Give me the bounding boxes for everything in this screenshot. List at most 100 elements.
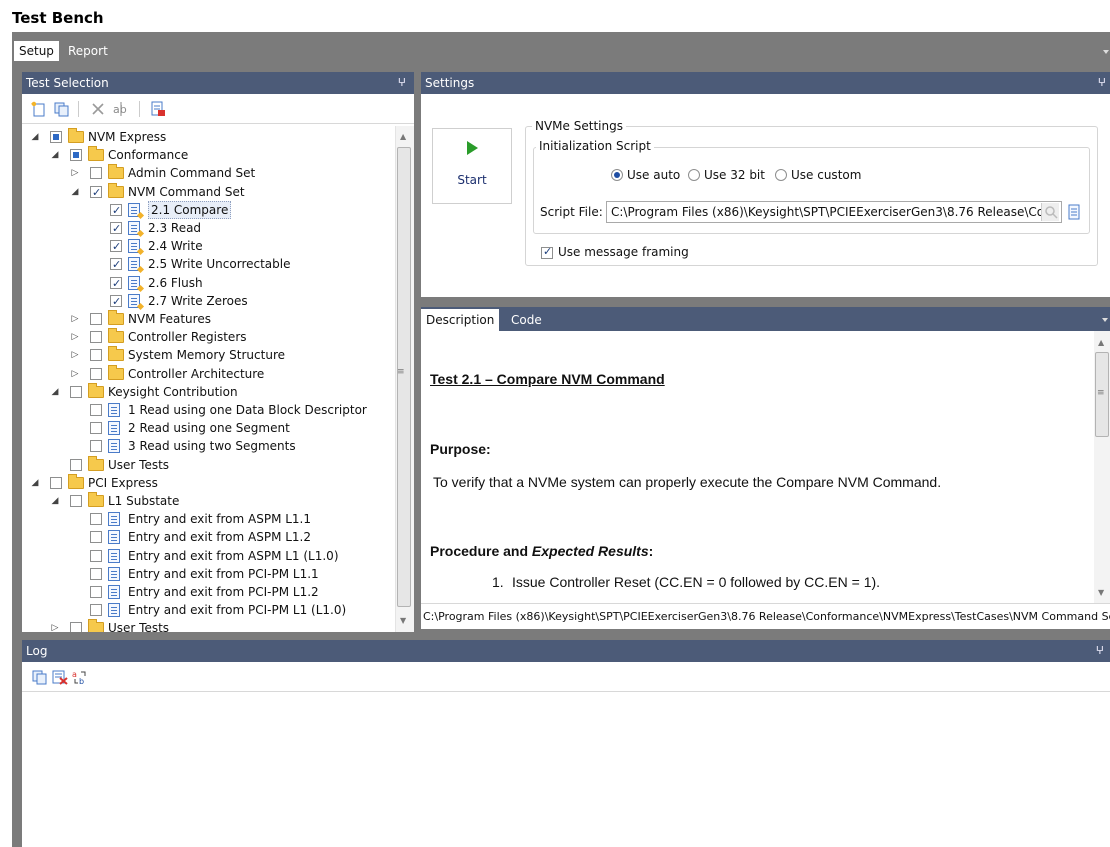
tree-item[interactable]: 2.1 Compare (22, 200, 394, 220)
tree-item-checkbox[interactable] (90, 349, 102, 362)
tree-scrollbar-thumb[interactable] (397, 147, 411, 607)
tree-item-checkbox[interactable] (90, 531, 102, 544)
tree-item-checkbox[interactable] (90, 604, 102, 617)
tree-item-checkbox[interactable] (110, 275, 122, 293)
copy-log-icon[interactable] (32, 669, 48, 685)
tree-item[interactable]: ◢ NVM Command Set (22, 182, 394, 202)
tree-item-checkbox[interactable] (90, 367, 102, 380)
expanded-arrow-icon[interactable]: ◢ (50, 496, 60, 506)
tree-item[interactable]: ▷ User Tests (22, 619, 394, 632)
tree-item-checkbox[interactable] (70, 149, 82, 162)
radio-use-32bit[interactable] (688, 169, 700, 181)
expanded-arrow-icon[interactable]: ◢ (70, 187, 80, 197)
expanded-arrow-icon[interactable]: ◢ (50, 387, 60, 397)
tree-item[interactable]: Entry and exit from ASPM L1.2 (22, 528, 394, 546)
collapsed-arrow-icon[interactable]: ▷ (70, 314, 80, 324)
tree-item-checkbox[interactable] (70, 495, 82, 507)
tree-item-checkbox[interactable] (50, 131, 62, 143)
tree-item[interactable]: ◢ Conformance (22, 146, 394, 164)
tree-item-checkbox[interactable] (110, 238, 122, 256)
tree-item[interactable]: 2.4 Write (22, 237, 394, 256)
tree-item-checkbox[interactable] (110, 256, 122, 274)
tree-item-checkbox[interactable] (90, 422, 102, 435)
delete-icon[interactable] (90, 101, 106, 117)
radio-use-custom[interactable] (775, 169, 787, 181)
tree-item[interactable]: ▷ Controller Registers (22, 328, 394, 346)
tree-item[interactable]: Entry and exit from ASPM L1 (L1.0) (22, 547, 394, 565)
message-framing-checkbox[interactable] (541, 245, 553, 259)
export-icon[interactable] (150, 101, 166, 117)
tree-item-checkbox[interactable] (90, 586, 102, 598)
tree-item[interactable]: ▷ Admin Command Set (22, 164, 394, 182)
tree-item-checkbox[interactable] (110, 202, 122, 220)
tab-description[interactable]: Description (421, 309, 500, 331)
tree-item[interactable]: 2.7 Write Zeroes (22, 292, 394, 311)
tree-item-checkbox[interactable] (90, 313, 102, 325)
log-title: Log (26, 644, 48, 658)
tree-item-checkbox[interactable] (110, 293, 122, 311)
tree-item[interactable]: 2.6 Flush (22, 274, 394, 293)
tree-item[interactable]: ◢ Keysight Contribution (22, 382, 394, 401)
tree-item-checkbox[interactable] (90, 513, 102, 526)
tree-item-checkbox[interactable] (90, 567, 102, 580)
scroll-down-icon[interactable]: ▼ (1098, 588, 1104, 597)
script-file-input[interactable]: C:\Program Files (x86)\Keysight\SPT\PCIE… (606, 201, 1062, 223)
expanded-arrow-icon[interactable]: ◢ (30, 478, 40, 488)
tab-report[interactable]: Report (63, 41, 113, 61)
tree-item-checkbox[interactable] (90, 404, 102, 416)
edit-script-icon[interactable] (1068, 204, 1080, 220)
tab-code[interactable]: Code (506, 309, 547, 331)
expanded-arrow-icon[interactable]: ◢ (30, 132, 40, 142)
collapsed-arrow-icon[interactable]: ▷ (70, 369, 80, 379)
tree-item[interactable]: User Tests (22, 455, 394, 474)
tree-item[interactable]: ▷ Controller Architecture (22, 364, 394, 383)
tree-item[interactable]: Entry and exit from PCI-PM L1.2 (22, 583, 394, 601)
splitter-grip-icon[interactable]: ≡ (397, 367, 405, 377)
tree-item-checkbox[interactable] (90, 167, 102, 180)
tree-item-checkbox[interactable] (90, 440, 102, 453)
tree-item-checkbox[interactable] (110, 220, 122, 238)
tree-item[interactable]: ▷ System Memory Structure (22, 346, 394, 364)
tree-item-checkbox[interactable] (50, 476, 62, 489)
tree-item[interactable]: Entry and exit from PCI-PM L1.1 (22, 565, 394, 583)
tree-item-checkbox[interactable] (70, 385, 82, 398)
pin-icon[interactable]: ⵖ (1096, 640, 1104, 662)
tree-item[interactable]: 2 Read using one Segment (22, 419, 394, 437)
tree-item-checkbox[interactable] (70, 458, 82, 471)
tree-item[interactable]: ▷ NVM Features (22, 310, 394, 328)
collapsed-arrow-icon[interactable]: ▷ (50, 623, 60, 632)
tree-item[interactable]: 2.5 Write Uncorrectable (22, 255, 394, 274)
start-button[interactable]: Start (432, 128, 512, 204)
tree-item-checkbox[interactable] (90, 331, 102, 344)
tree-item[interactable]: ◢ PCI Express (22, 473, 394, 492)
tab-setup[interactable]: Setup (14, 41, 59, 61)
browse-icon[interactable] (1041, 203, 1059, 221)
collapsed-arrow-icon[interactable]: ▷ (70, 168, 80, 178)
tree-item[interactable]: ◢ NVM Express (22, 128, 394, 146)
tree-item[interactable]: 3 Read using two Segments (22, 437, 394, 455)
clear-log-icon[interactable] (52, 669, 68, 685)
copy-icon[interactable] (54, 101, 70, 117)
pin-icon[interactable]: ⵖ (1098, 72, 1106, 94)
scroll-up-icon[interactable]: ▲ (400, 132, 406, 141)
rename-icon[interactable]: ab (113, 101, 129, 117)
collapsed-arrow-icon[interactable]: ▷ (70, 332, 80, 342)
expanded-arrow-icon[interactable]: ◢ (50, 150, 60, 160)
tree-item[interactable]: Entry and exit from ASPM L1.1 (22, 510, 394, 528)
tree-item[interactable]: Entry and exit from PCI-PM L1 (L1.0) (22, 601, 394, 619)
new-test-icon[interactable] (31, 101, 47, 117)
radio-use-auto[interactable] (611, 169, 623, 181)
tree-item[interactable]: ◢ L1 Substate (22, 492, 394, 510)
tree-item-checkbox[interactable] (90, 549, 102, 562)
collapsed-arrow-icon[interactable]: ▷ (70, 350, 80, 360)
tree-item[interactable]: 1 Read using one Data Block Descriptor (22, 401, 394, 419)
tab-menu-icon[interactable] (1103, 50, 1109, 54)
tree-item[interactable]: 2.3 Read (22, 219, 394, 238)
pin-icon[interactable]: ⵖ (398, 72, 406, 94)
scroll-up-icon[interactable]: ▲ (1098, 338, 1104, 347)
tree-item-checkbox[interactable] (70, 622, 82, 632)
tree-item-checkbox[interactable] (90, 184, 102, 202)
filter-log-icon[interactable]: ab (72, 669, 88, 686)
description-menu-icon[interactable] (1102, 318, 1108, 322)
scroll-down-icon[interactable]: ▼ (400, 616, 406, 625)
